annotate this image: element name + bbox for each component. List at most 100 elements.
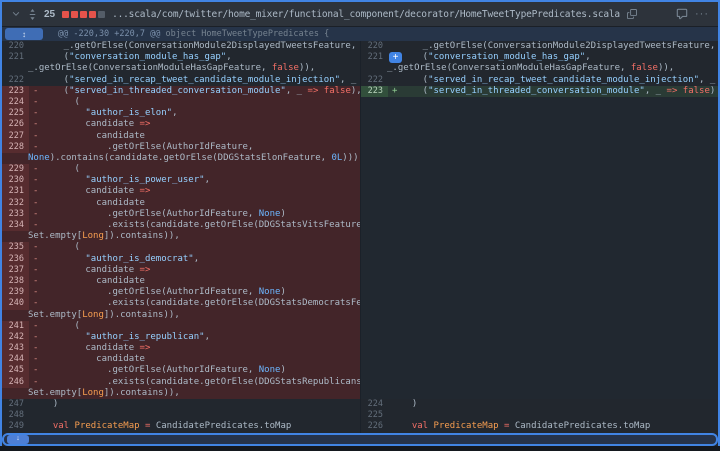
- diff-marker: -: [29, 209, 42, 220]
- diff-row-old-220: 220 _.getOrElse(ConversationModule2Displ…: [2, 41, 360, 52]
- diff-row-new-filler-28: [361, 354, 718, 365]
- code-line: candidate =>: [42, 265, 360, 276]
- line-number[interactable]: 221: [361, 52, 388, 63]
- line-number[interactable]: 228: [2, 142, 29, 153]
- line-number[interactable]: 225: [2, 108, 29, 119]
- line-number[interactable]: 245: [2, 365, 29, 376]
- line-number[interactable]: 223: [2, 86, 29, 97]
- add-line-comment-button[interactable]: +: [389, 52, 402, 63]
- diff-row-old-223: 223- ("served_in_threaded_conversation_m…: [2, 86, 360, 97]
- code-line: [401, 410, 718, 421]
- unfold-file-button[interactable]: [28, 9, 37, 20]
- line-number[interactable]: 237: [2, 265, 29, 276]
- diff-marker: -: [29, 377, 42, 388]
- code-line: None).contains(candidate.getOrElse(DDGSt…: [2, 153, 360, 164]
- diff-row-old-232: 232- candidate: [2, 198, 360, 209]
- diff-marker: -: [29, 220, 42, 231]
- code-line: (: [42, 242, 360, 253]
- line-number[interactable]: 239: [2, 287, 29, 298]
- collapse-file-button[interactable]: [11, 9, 21, 19]
- line-number[interactable]: 238: [2, 276, 29, 287]
- file-comment-button[interactable]: [676, 8, 688, 20]
- diff-row-old-244: 244- candidate: [2, 354, 360, 365]
- code-line: candidate: [42, 276, 360, 287]
- diff-row-old-238: 238- candidate: [2, 276, 360, 287]
- diff-row-new-filler-18: [361, 242, 718, 253]
- line-number[interactable]: 249: [2, 421, 29, 432]
- line-number[interactable]: 232: [2, 198, 29, 209]
- diff-row-new-filler-10: [361, 153, 718, 164]
- code-line: candidate: [42, 131, 360, 142]
- line-number[interactable]: 223: [361, 86, 388, 97]
- diff-marker: -: [29, 108, 42, 119]
- line-number[interactable]: 222: [361, 75, 388, 86]
- diff-row-new-225: 225: [361, 410, 718, 421]
- diff-marker: [29, 410, 42, 421]
- diff-marker: +: [388, 86, 401, 97]
- line-number[interactable]: 233: [2, 209, 29, 220]
- hunk-header: ↕ @@ -220,30 +220,7 @@ object HomeTweetT…: [2, 27, 718, 41]
- diff-marker: -: [29, 321, 42, 332]
- line-number[interactable]: 241: [2, 321, 29, 332]
- expand-hunk-button[interactable]: ↕: [5, 28, 43, 40]
- line-number[interactable]: 224: [2, 97, 29, 108]
- line-number[interactable]: 234: [2, 220, 29, 231]
- expand-down-button[interactable]: ↓: [7, 435, 29, 444]
- line-number[interactable]: 227: [2, 131, 29, 142]
- copy-path-button[interactable]: [627, 9, 637, 19]
- code-line: .exists(candidate.getOrElse(DDGStatsVits…: [42, 220, 360, 231]
- diff-marker: [388, 41, 401, 52]
- diff-row-new-221: 221 ("conversation_module_has_gap",+: [361, 52, 718, 63]
- line-number[interactable]: 222: [2, 75, 29, 86]
- code-line: "author_is_democrat",: [42, 254, 360, 265]
- line-number[interactable]: 244: [2, 354, 29, 365]
- hunk-range: @@ -220,30 +220,7 @@: [58, 29, 160, 39]
- diff-marker: -: [29, 332, 42, 343]
- line-number[interactable]: 231: [2, 186, 29, 197]
- code-line: Set.empty[Long]).contains)),: [2, 310, 360, 321]
- diffstat: [62, 11, 105, 18]
- line-number[interactable]: 226: [2, 119, 29, 130]
- diff-row-old-240: 240- .exists(candidate.getOrElse(DDGStat…: [2, 298, 360, 309]
- line-number[interactable]: 224: [361, 399, 388, 410]
- line-number[interactable]: 243: [2, 343, 29, 354]
- diff-row-new-filler-8: [361, 131, 718, 142]
- file-options-menu-button[interactable]: ···: [695, 8, 709, 20]
- unfold-vertical-icon: [28, 9, 37, 20]
- line-number[interactable]: 246: [2, 377, 29, 388]
- diff-file-container: 25 ...scala/com/twitter/home_mixer/funct…: [0, 0, 720, 446]
- code-line: "author_is_republican",: [42, 332, 360, 343]
- diff-marker: [29, 421, 42, 432]
- line-number[interactable]: 235: [2, 242, 29, 253]
- code-line: .getOrElse(AuthorIdFeature,: [42, 142, 360, 153]
- line-number[interactable]: 242: [2, 332, 29, 343]
- line-number[interactable]: 247: [2, 399, 29, 410]
- diff-pane-old: 220 _.getOrElse(ConversationModule2Displ…: [2, 41, 360, 433]
- diff-marker: [388, 410, 401, 421]
- line-number[interactable]: 236: [2, 254, 29, 265]
- code-line: _.getOrElse(ConversationModuleHasGapFeat…: [2, 63, 360, 74]
- line-number[interactable]: 248: [2, 410, 29, 421]
- line-number[interactable]: 226: [361, 421, 388, 432]
- diff-marker: -: [29, 287, 42, 298]
- line-number[interactable]: 240: [2, 298, 29, 309]
- line-number[interactable]: 229: [2, 164, 29, 175]
- line-number[interactable]: 225: [361, 410, 388, 421]
- code-line: candidate: [42, 198, 360, 209]
- expand-hunk-strip: ↓: [2, 433, 718, 446]
- diff-marker: -: [29, 242, 42, 253]
- line-number[interactable]: 220: [361, 41, 388, 52]
- diff-row-new-filler-30: [361, 377, 718, 388]
- code-line: val PredicateMap = CandidatePredicates.t…: [42, 421, 360, 432]
- diff-marker: -: [29, 343, 42, 354]
- diff-row-new-220: 220 _.getOrElse(ConversationModule2Displ…: [361, 41, 718, 52]
- diff-marker: -: [29, 186, 42, 197]
- diff-row-new-224: 224 ): [361, 399, 718, 410]
- code-line: ("conversation_module_has_gap",: [401, 52, 718, 63]
- line-number[interactable]: 220: [2, 41, 29, 52]
- line-number[interactable]: 221: [2, 52, 29, 63]
- code-line: ): [401, 399, 718, 410]
- diff-row-old-247: 247 ): [2, 399, 360, 410]
- line-number[interactable]: 230: [2, 175, 29, 186]
- chevron-down-icon: [11, 9, 21, 19]
